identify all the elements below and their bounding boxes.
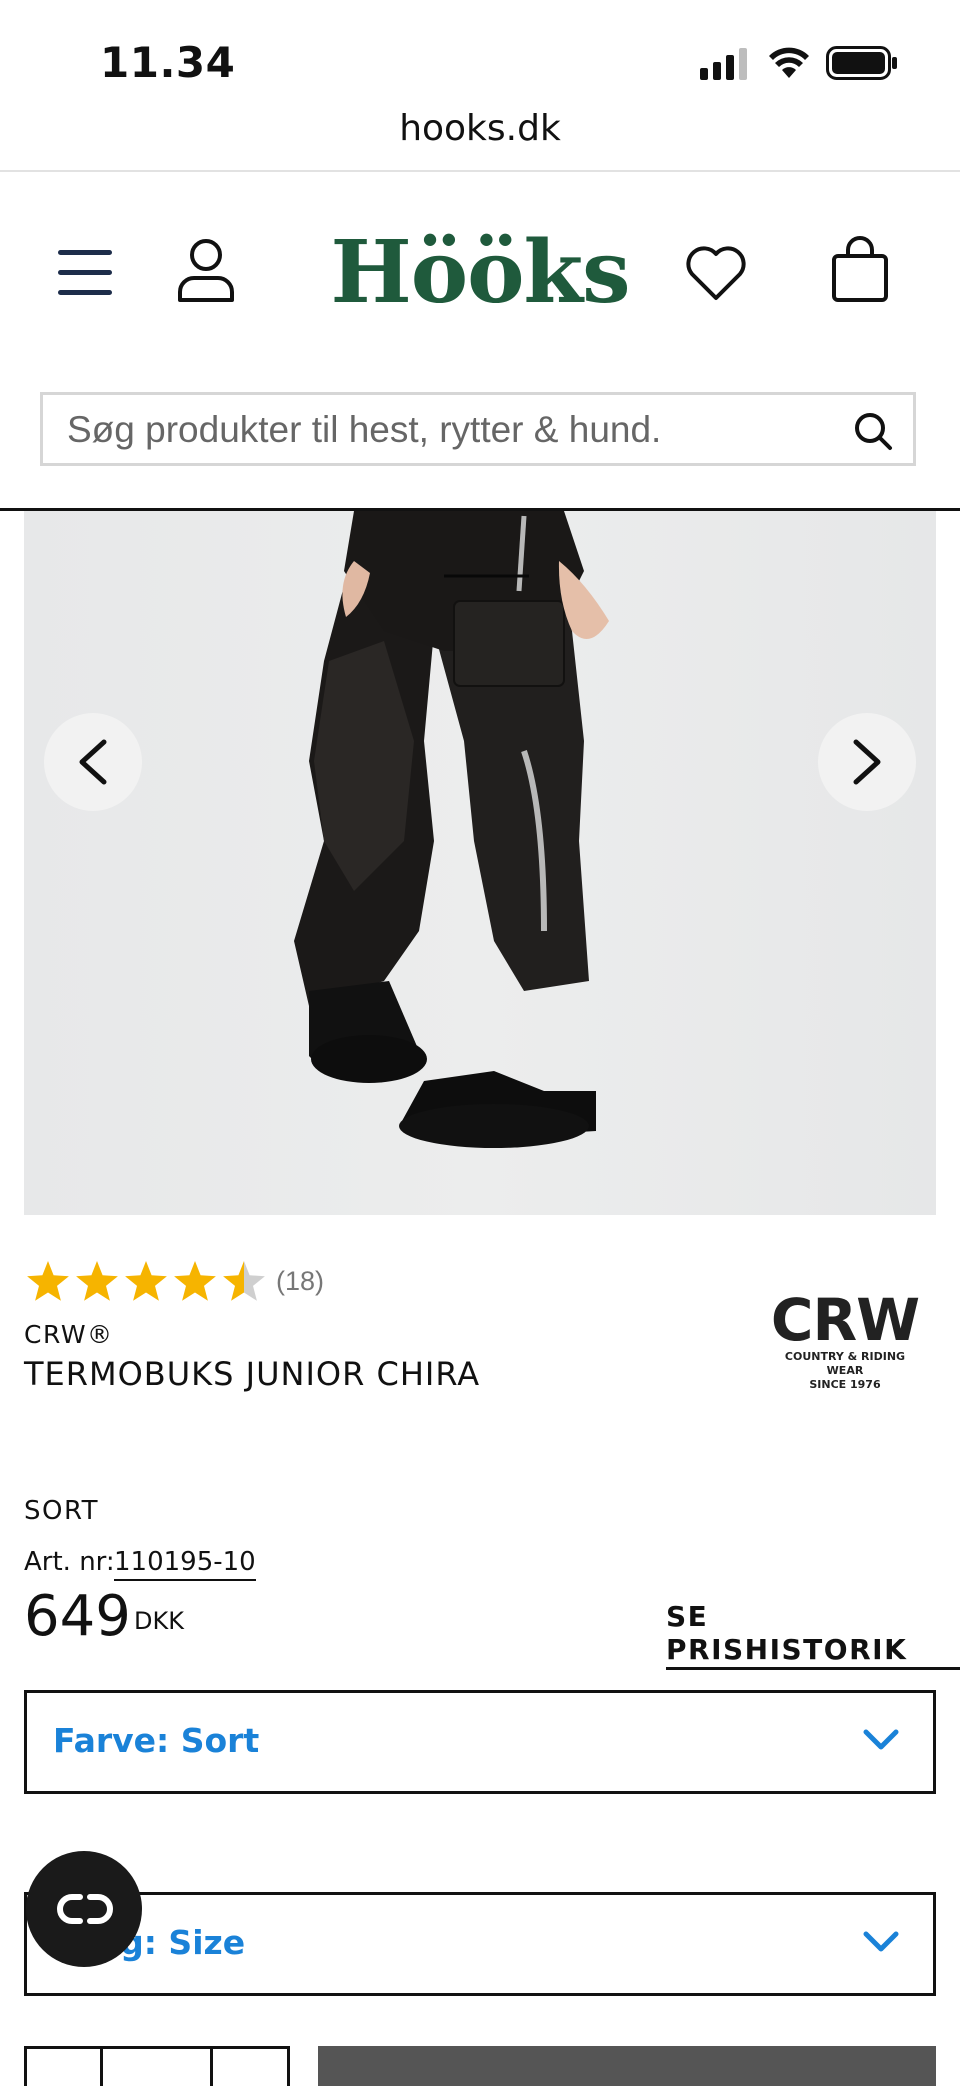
search-input[interactable]: [67, 407, 827, 453]
review-count[interactable]: (18): [276, 1266, 324, 1297]
article-label: Art. nr:: [24, 1547, 115, 1577]
chevron-left-icon: [79, 739, 107, 785]
brand-logo-tagline: COUNTRY & RIDING WEAR: [784, 1350, 906, 1377]
star-icon: [223, 1261, 265, 1301]
chat-button[interactable]: [26, 1851, 142, 1967]
star-icon: [125, 1261, 167, 1301]
quantity-divider: [210, 2046, 213, 2086]
article-number[interactable]: 110195-10: [114, 1547, 256, 1581]
star-icon: [27, 1261, 69, 1301]
star-icon: [174, 1261, 216, 1301]
gallery-next-button[interactable]: [818, 713, 916, 811]
product-title: TERMOBUKS JUNIOR CHIRA: [24, 1355, 481, 1393]
chat-icon: [57, 1894, 113, 1924]
status-bar: 11.34 hooks.dk: [0, 0, 960, 149]
status-time: 11.34: [100, 38, 236, 87]
color-select[interactable]: Farve: Sort: [24, 1690, 936, 1794]
product-brand[interactable]: CRW®: [24, 1320, 114, 1349]
brand-logo[interactable]: CRW COUNTRY & RIDING WEAR SINCE 1976: [770, 1290, 920, 1392]
color-name: SORT: [24, 1496, 100, 1526]
search-bar: [40, 392, 916, 466]
product-price: 649: [24, 1584, 131, 1649]
quantity-stepper[interactable]: [24, 2046, 290, 2086]
shopping-bag-icon[interactable]: [830, 236, 890, 304]
star-rating-icon: [27, 1261, 265, 1301]
battery-icon: [826, 46, 897, 80]
quantity-divider: [100, 2046, 103, 2086]
add-to-cart-button[interactable]: [318, 2046, 936, 2086]
url-bar[interactable]: hooks.dk: [0, 108, 960, 149]
search-icon[interactable]: [853, 411, 893, 451]
browser-divider: [0, 170, 960, 172]
site-logo[interactable]: Hööks: [0, 222, 960, 323]
color-select-label: Farve: Sort: [53, 1721, 260, 1760]
wifi-icon: [769, 47, 809, 78]
brand-logo-word: CRW: [770, 1286, 920, 1354]
brand-logo-since: SINCE 1976: [809, 1378, 881, 1391]
price-currency: DKK: [134, 1607, 184, 1635]
product-image[interactable]: [24, 511, 936, 1215]
size-select[interactable]: Strlg: Size: [24, 1892, 936, 1996]
product-photo: [294, 511, 609, 1148]
heart-icon[interactable]: [684, 244, 748, 302]
chevron-down-icon: [863, 1931, 899, 1952]
chevron-down-icon: [863, 1729, 899, 1750]
chevron-right-icon: [853, 739, 881, 785]
price-history-link[interactable]: SE PRISHISTORIK: [666, 1600, 960, 1670]
signal-bars-icon: [700, 48, 747, 80]
gallery-prev-button[interactable]: [44, 713, 142, 811]
star-icon: [76, 1261, 118, 1301]
rating-stars[interactable]: [26, 1258, 276, 1306]
